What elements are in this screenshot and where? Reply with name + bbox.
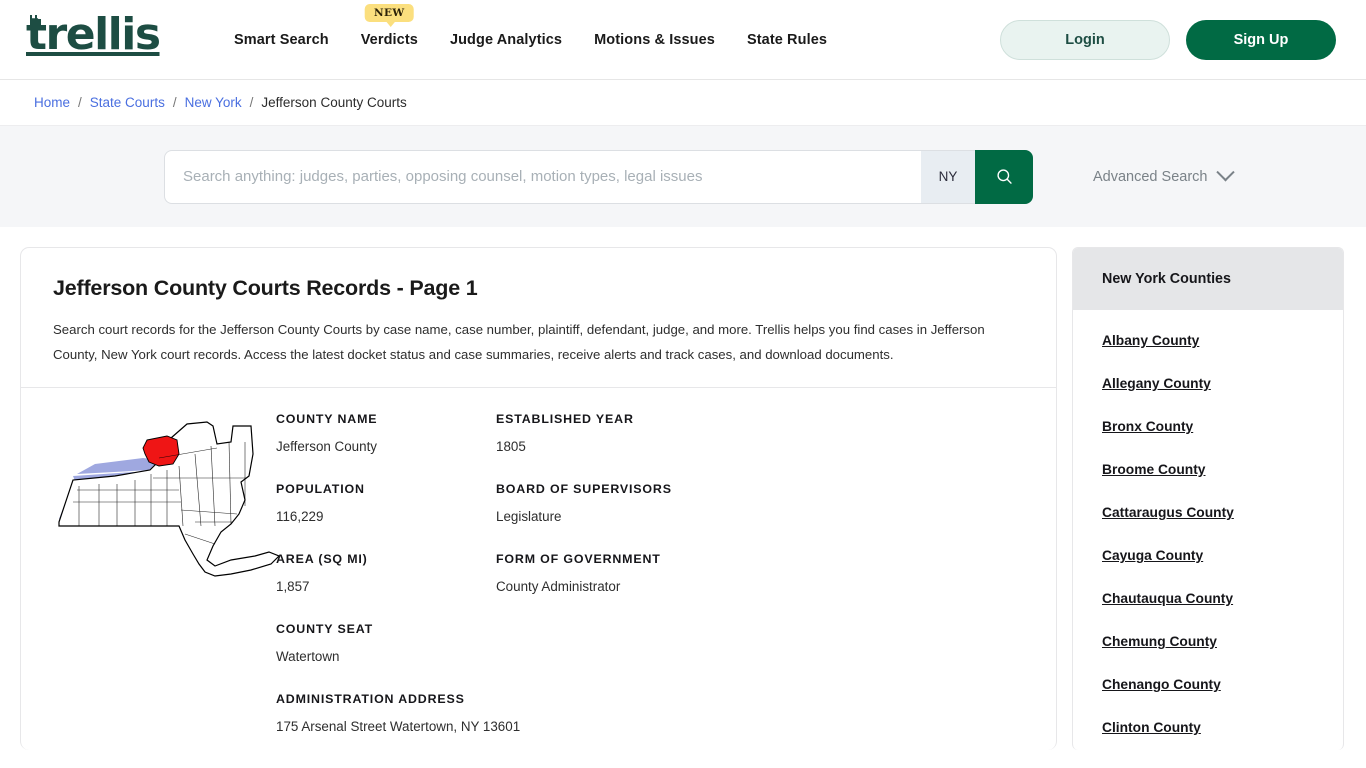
new-badge: NEW xyxy=(365,4,414,27)
field-form-of-government: FORM OF GOVERNMENT County Administrator xyxy=(496,552,796,594)
field-county-name: COUNTY NAME Jefferson County xyxy=(276,412,496,454)
logo-mark-icon xyxy=(30,15,41,26)
field-county-seat: COUNTY SEAT Watertown xyxy=(276,622,496,664)
site-header: trellis Smart Search NEW Verdicts Judge … xyxy=(0,0,1366,80)
card-header: Jefferson County Courts Records - Page 1… xyxy=(21,248,1056,387)
page-description: Search court records for the Jefferson C… xyxy=(53,322,985,362)
breadcrumb: Home / State Courts / New York / Jeffers… xyxy=(0,80,1366,125)
advanced-search-label: Advanced Search xyxy=(1093,168,1208,185)
nav-label: State Rules xyxy=(746,32,828,48)
field-established-year: ESTABLISHED YEAR 1805 xyxy=(496,412,796,454)
sidebar-item-bronx-county[interactable]: Bronx County xyxy=(1073,405,1343,448)
sidebar-item-allegany-county[interactable]: Allegany County xyxy=(1073,362,1343,405)
sidebar-item-cattaraugus-county[interactable]: Cattaraugus County xyxy=(1073,491,1343,534)
search-group: NY xyxy=(164,149,1033,204)
trellis-logo[interactable]: trellis xyxy=(26,13,161,57)
search-submit-button[interactable] xyxy=(975,149,1033,204)
main-content-card: Jefferson County Courts Records - Page 1… xyxy=(20,247,1057,750)
advanced-search-toggle[interactable]: Advanced Search xyxy=(1093,163,1236,185)
logo-text: trellis xyxy=(26,9,161,60)
field-label: ESTABLISHED YEAR xyxy=(496,412,634,426)
field-value: 1,857 xyxy=(276,579,310,594)
nav-item-state-rules[interactable]: State Rules xyxy=(747,32,827,48)
sidebar-title: New York Counties xyxy=(1073,248,1343,310)
breadcrumb-item-current: Jefferson County Courts xyxy=(261,95,407,110)
page-title: Jefferson County Courts Records - Page 1 xyxy=(53,276,478,300)
sidebar-item-chenango-county[interactable]: Chenango County xyxy=(1073,663,1343,706)
field-population: POPULATION 116,229 xyxy=(276,482,496,524)
search-icon xyxy=(996,169,1012,184)
county-map-container xyxy=(21,406,281,750)
nav-label: Verdicts xyxy=(360,32,418,48)
field-value: Watertown xyxy=(276,649,340,664)
county-fields: COUNTY NAME Jefferson County POPULATION … xyxy=(276,406,1056,750)
nav-label: Smart Search xyxy=(234,32,329,48)
county-detail-area: COUNTY NAME Jefferson County POPULATION … xyxy=(21,388,1056,750)
sidebar-item-broome-county[interactable]: Broome County xyxy=(1073,448,1343,491)
field-label: POPULATION xyxy=(276,482,365,496)
breadcrumb-item-state-courts[interactable]: State Courts xyxy=(90,95,165,110)
new-york-county-map-image xyxy=(58,421,281,577)
nav-item-motions-issues[interactable]: Motions & Issues xyxy=(594,32,715,48)
sidebar-item-cayuga-county[interactable]: Cayuga County xyxy=(1073,534,1343,577)
county-fields-column-right: ESTABLISHED YEAR 1805 BOARD OF SUPERVISO… xyxy=(496,412,796,750)
field-label: COUNTY NAME xyxy=(276,412,378,426)
search-band: NY Advanced Search xyxy=(0,125,1366,227)
sidebar-item-chemung-county[interactable]: Chemung County xyxy=(1073,620,1343,663)
field-board-of-supervisors: BOARD OF SUPERVISORS Legislature xyxy=(496,482,796,524)
field-label: FORM OF GOVERNMENT xyxy=(496,552,661,566)
state-selector[interactable]: NY xyxy=(921,149,975,204)
page-content: Jefferson County Courts Records - Page 1… xyxy=(0,227,1366,750)
field-value: County Administrator xyxy=(496,579,621,594)
breadcrumb-item-home[interactable]: Home xyxy=(34,95,70,110)
counties-sidebar: New York Counties Albany County Allegany… xyxy=(1072,247,1344,750)
header-actions: Login Sign Up xyxy=(1000,20,1336,60)
nav-label: Motions & Issues xyxy=(594,32,715,48)
nav-label: Judge Analytics xyxy=(449,32,563,48)
field-value: 1805 xyxy=(496,439,526,454)
search-input[interactable] xyxy=(164,149,921,204)
field-area: AREA (SQ MI) 1,857 xyxy=(276,552,496,594)
breadcrumb-separator: / xyxy=(78,95,82,110)
signup-button[interactable]: Sign Up xyxy=(1186,20,1336,60)
sidebar-item-chautauqua-county[interactable]: Chautauqua County xyxy=(1073,577,1343,620)
field-label: COUNTY SEAT xyxy=(276,622,374,636)
field-administration-address: ADMINISTRATION ADDRESS 175 Arsenal Stree… xyxy=(276,692,521,734)
breadcrumb-item-new-york[interactable]: New York xyxy=(185,95,242,110)
field-label: AREA (SQ MI) xyxy=(276,552,368,566)
sidebar-item-albany-county[interactable]: Albany County xyxy=(1073,319,1343,362)
field-label: ADMINISTRATION ADDRESS xyxy=(276,692,465,706)
nav-item-verdicts[interactable]: NEW Verdicts xyxy=(360,4,418,48)
login-button[interactable]: Login xyxy=(1000,20,1170,60)
sidebar-item-clinton-county[interactable]: Clinton County xyxy=(1073,706,1343,749)
county-fields-column-left: COUNTY NAME Jefferson County POPULATION … xyxy=(276,412,521,750)
nav-item-smart-search[interactable]: Smart Search xyxy=(234,32,329,48)
chevron-down-icon xyxy=(1216,163,1236,182)
field-value: 175 Arsenal Street Watertown, NY 13601 xyxy=(276,719,521,734)
field-value: Legislature xyxy=(496,509,562,524)
field-value: Jefferson County xyxy=(276,439,377,454)
main-navigation: Smart Search NEW Verdicts Judge Analytic… xyxy=(234,0,827,80)
breadcrumb-separator: / xyxy=(172,95,177,110)
field-value: 116,229 xyxy=(276,509,324,524)
nav-item-judge-analytics[interactable]: Judge Analytics xyxy=(450,32,562,48)
breadcrumb-separator: / xyxy=(249,95,254,110)
field-label: BOARD OF SUPERVISORS xyxy=(496,482,672,496)
